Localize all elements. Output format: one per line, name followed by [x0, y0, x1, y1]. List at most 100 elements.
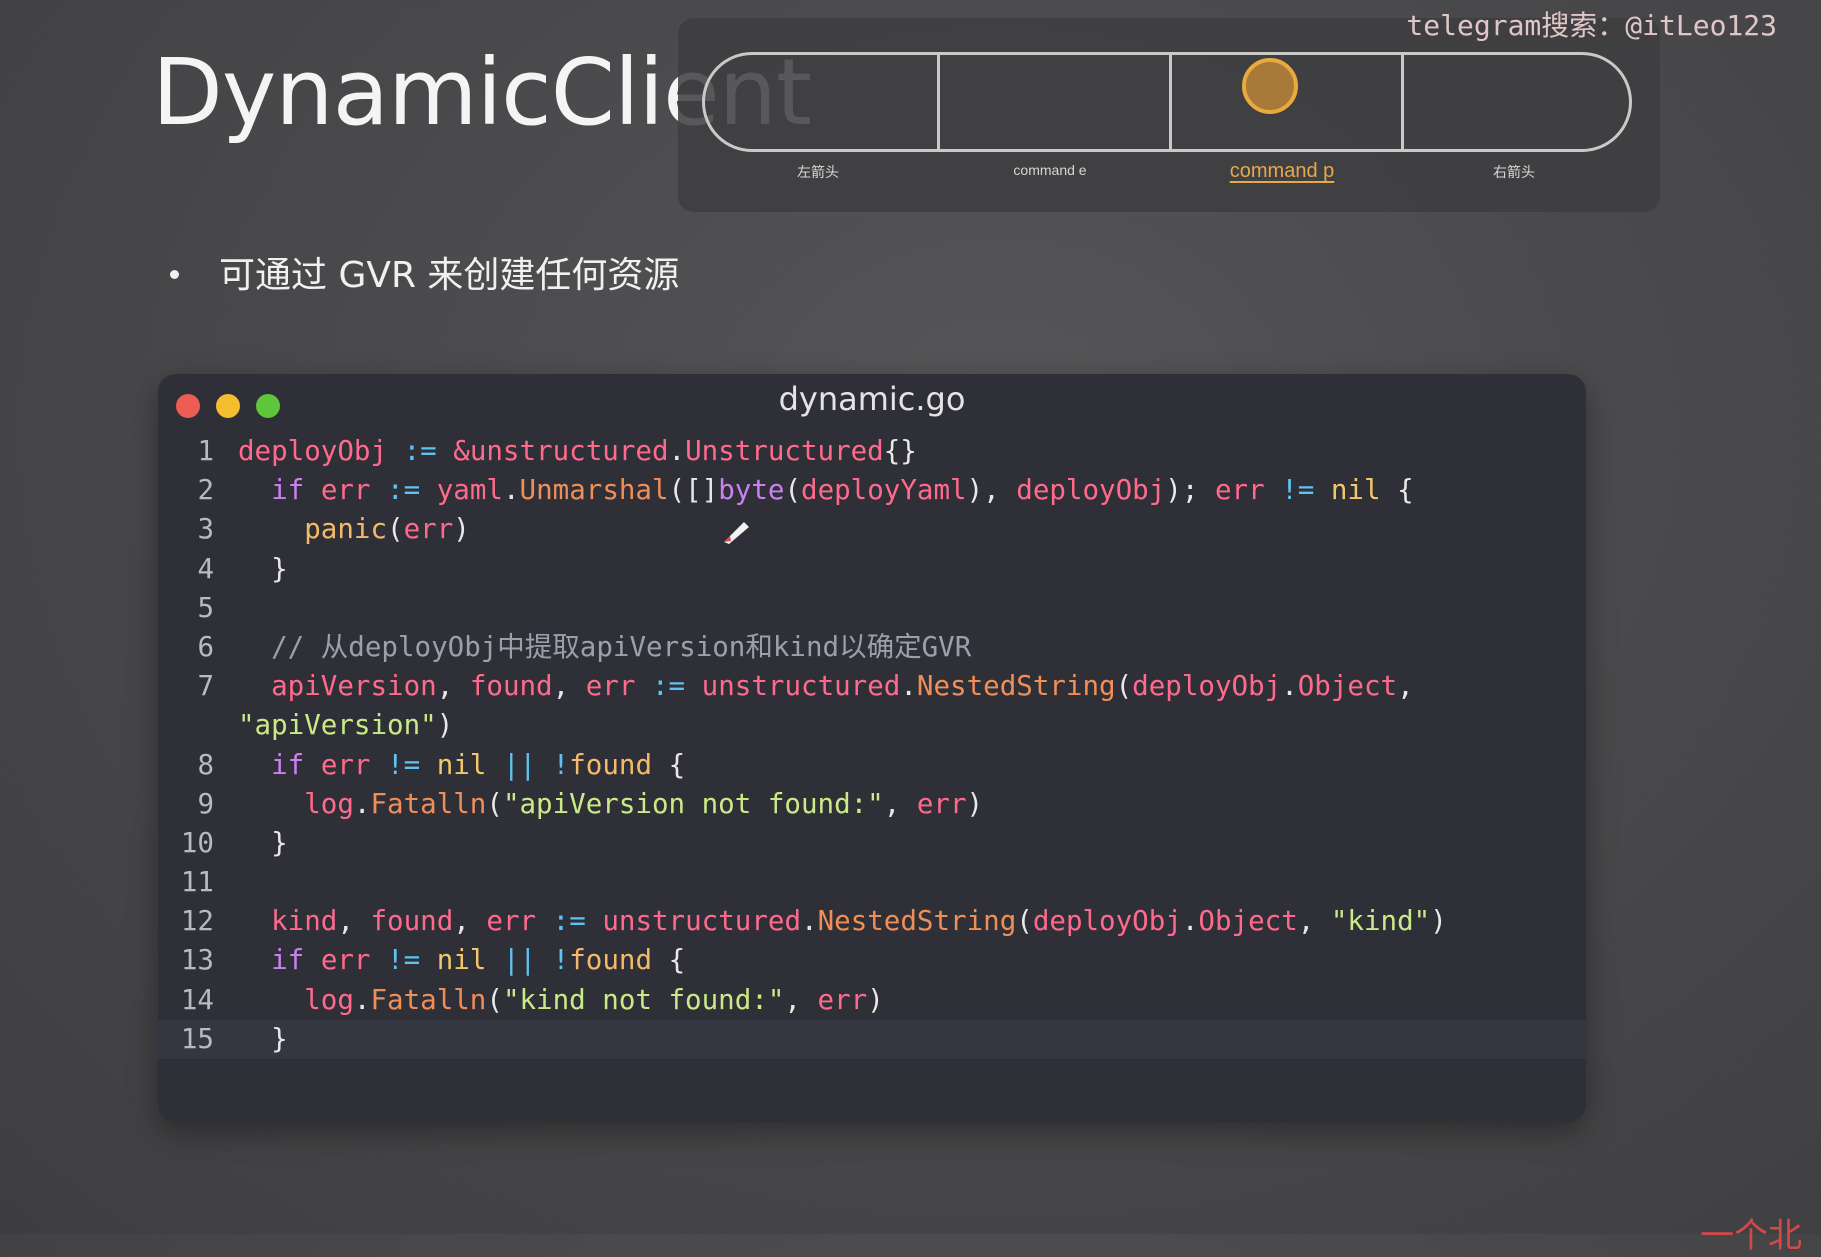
- code-token: Unstructured: [685, 435, 884, 467]
- code-token: if: [271, 944, 305, 977]
- code-token: deployObj: [1016, 474, 1166, 507]
- code-token: // 从deployObj中提取apiVersion和kind以确定GVR: [271, 630, 972, 663]
- code-line: 7 apiVersion, found, err := unstructured…: [158, 667, 1586, 706]
- right-arrow-label: 右箭头: [1493, 164, 1535, 180]
- code-line: 1 deployObj := &unstructured.Unstructured…: [158, 432, 1586, 471]
- line-number: 9: [197, 787, 214, 820]
- code-token: if: [271, 474, 305, 507]
- left-arrow-label: 左箭头: [797, 164, 839, 180]
- code-token: unstructured: [602, 905, 802, 938]
- code-token: Fatalln: [370, 787, 487, 820]
- code-token: .: [900, 670, 917, 703]
- code-token: :=: [387, 474, 421, 507]
- code-token: found: [569, 944, 653, 977]
- control-pill: [702, 52, 1632, 152]
- code-token: yaml: [436, 474, 503, 507]
- code-text: kind, found, err := unstructured.NestedS…: [238, 902, 1447, 941]
- line-number: 14: [180, 983, 214, 1016]
- active-key-indicator: [1242, 58, 1298, 114]
- code-token: NestedString: [817, 905, 1017, 938]
- line-number: 12: [180, 905, 214, 938]
- code-text: if err := yaml.Unmarshal([]byte(deployYa…: [238, 471, 1414, 510]
- code-token: ): [1430, 905, 1447, 938]
- line-number: 15: [180, 1022, 214, 1055]
- code-token: .: [502, 474, 520, 507]
- command-e-control[interactable]: [940, 55, 1172, 149]
- code-token: ,: [883, 787, 917, 820]
- code-token: (: [486, 983, 503, 1016]
- code-token: .: [353, 787, 371, 820]
- code-token: log: [304, 787, 354, 820]
- code-line: 2 if err := yaml.Unmarshal([]byte(deploy…: [158, 471, 1586, 510]
- code-text: if err != nil || !found {: [238, 746, 685, 785]
- code-token: "kind not found:": [502, 983, 785, 1016]
- code-token: .: [801, 905, 818, 938]
- right-arrow-control[interactable]: [1404, 55, 1636, 149]
- left-arrow-control[interactable]: [705, 55, 937, 149]
- code-token: {: [1380, 474, 1414, 507]
- code-token: !: [552, 748, 570, 781]
- line-number: 6: [197, 630, 214, 663]
- code-token: {: [652, 944, 686, 977]
- code-token: ||: [502, 748, 537, 781]
- code-line: 11: [158, 863, 1586, 902]
- control-overlay: 左箭头 command e command p 右箭头: [678, 18, 1660, 212]
- code-token: found: [370, 905, 454, 938]
- line-number: 13: [180, 944, 214, 977]
- code-token: err: [916, 787, 967, 820]
- code-text: deployObj := &unstructured.Unstructured{…: [238, 432, 917, 471]
- code-token: Fatalln: [370, 983, 487, 1016]
- code-token: ||: [502, 944, 537, 977]
- code-token: (: [1016, 905, 1033, 938]
- code-text: }: [238, 1020, 288, 1059]
- code-token: :=: [403, 435, 437, 467]
- bullet-item: 可通过 GVR 来创建任何资源: [170, 246, 679, 298]
- corner-watermark: 一个北: [1700, 1216, 1802, 1256]
- code-token: found: [469, 670, 553, 703]
- code-token: !=: [387, 944, 421, 977]
- watermark-text: telegram搜索：@itLeo123: [1406, 9, 1777, 42]
- code-line: 14 log.Fatalln("kind not found:", err): [158, 981, 1586, 1020]
- code-token: .: [668, 435, 686, 467]
- code-token: (: [486, 787, 503, 820]
- command-e-label: command e: [1013, 162, 1087, 178]
- line-number: 4: [197, 552, 214, 585]
- code-line: 4 }: [158, 550, 1586, 589]
- code-token: ,: [1397, 670, 1414, 703]
- code-line: 3 panic(err): [158, 510, 1586, 549]
- line-number: 7: [197, 670, 214, 703]
- line-number: 8: [197, 748, 214, 781]
- code-token: ),: [966, 474, 1017, 507]
- line-number: 3: [197, 513, 214, 546]
- bullet-text: 可通过 GVR 来创建任何资源: [219, 255, 680, 296]
- code-token: apiVersion: [271, 670, 437, 703]
- code-token: nil: [436, 944, 487, 977]
- code-token: kind: [271, 905, 338, 938]
- code-line: 10 }: [158, 824, 1586, 863]
- window-title: dynamic.go: [778, 380, 966, 418]
- code-token: deployObj: [1132, 670, 1282, 703]
- code-line: 8 if err != nil || !found {: [158, 746, 1586, 785]
- code-token: panic: [304, 513, 388, 546]
- code-token: Unmarshal: [519, 474, 669, 507]
- code-token: nil: [436, 748, 487, 781]
- line-number: 2: [197, 474, 214, 507]
- code-token: !=: [1281, 474, 1315, 507]
- code-token: (: [387, 513, 404, 546]
- code-line: 15 }: [158, 1019, 1586, 1059]
- code-text: }: [238, 824, 288, 863]
